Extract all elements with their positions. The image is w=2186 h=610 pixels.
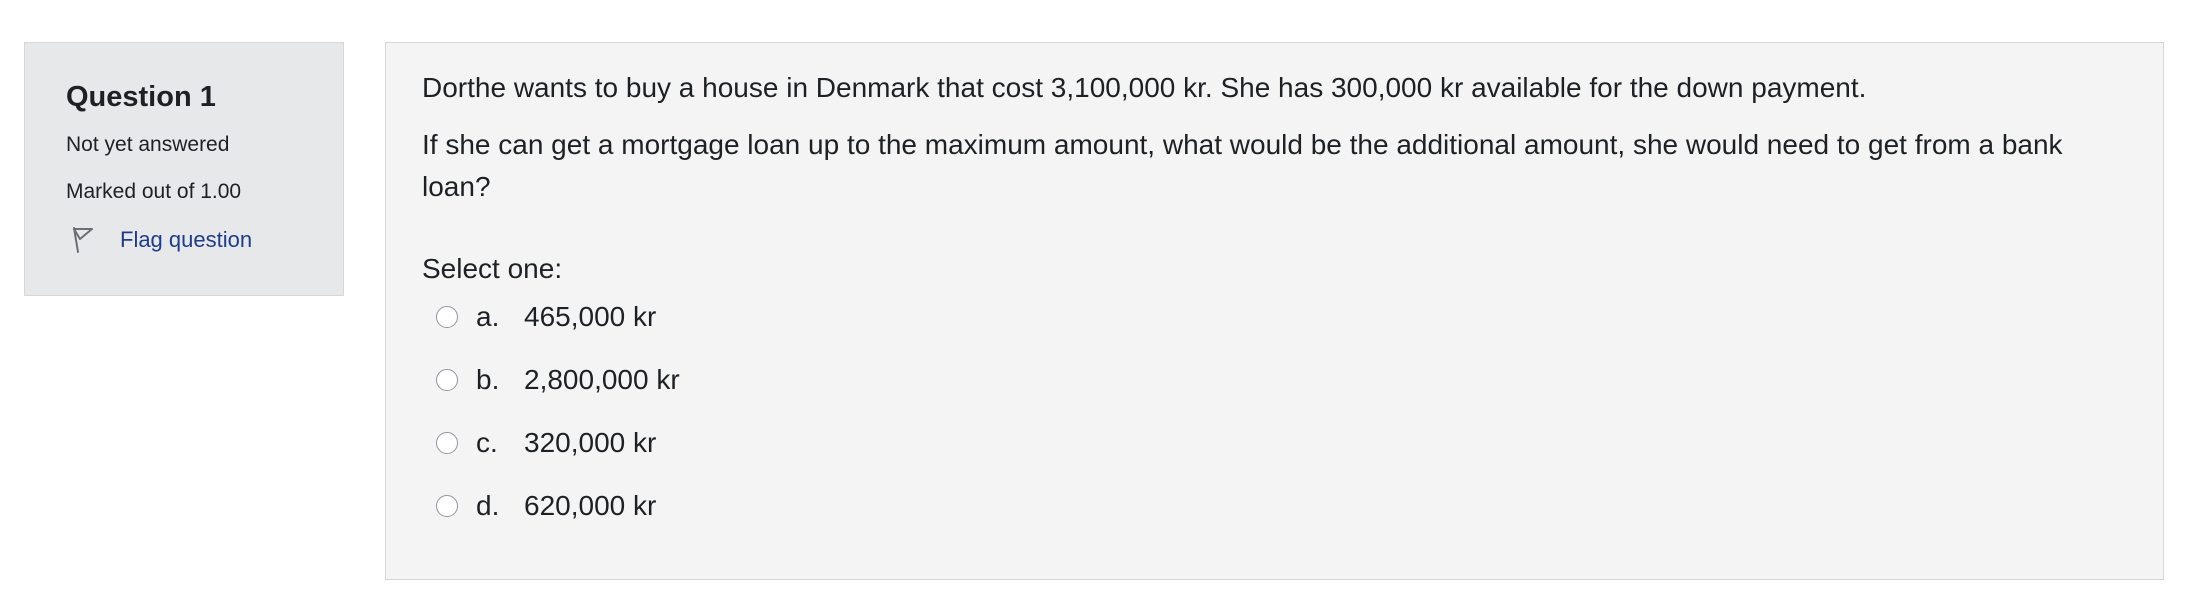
- answer-option-c[interactable]: c. 320,000 kr: [422, 423, 2127, 463]
- question-content: Dorthe wants to buy a house in Denmark t…: [385, 42, 2164, 580]
- option-letter: d.: [476, 490, 500, 521]
- option-letter: b.: [476, 364, 500, 395]
- option-text[interactable]: 2,800,000 kr: [524, 364, 680, 396]
- flag-question-label[interactable]: Flag question: [120, 227, 252, 253]
- question-text-paragraph: If she can get a mortgage loan up to the…: [422, 129, 2063, 202]
- quiz-page: Question 1 Not yet answered Marked out o…: [0, 0, 2186, 610]
- answer-option-b[interactable]: b. 2,800,000 kr: [422, 360, 2127, 400]
- radio-button[interactable]: [436, 495, 458, 517]
- radio-button[interactable]: [436, 369, 458, 391]
- radio-button[interactable]: [436, 432, 458, 454]
- question-text-paragraph: Dorthe wants to buy a house in Denmark t…: [422, 72, 1867, 103]
- option-text[interactable]: 465,000 kr: [524, 301, 656, 333]
- question-info-panel: Question 1 Not yet answered Marked out o…: [24, 42, 344, 296]
- option-text[interactable]: 620,000 kr: [524, 490, 656, 522]
- radio-button[interactable]: [436, 306, 458, 328]
- flag-icon: [68, 224, 96, 256]
- question-number: Question 1: [66, 81, 216, 113]
- answer-option-d[interactable]: d. 620,000 kr: [422, 486, 2127, 526]
- marks-info: Marked out of 1.00: [66, 180, 242, 203]
- flag-question-button[interactable]: Flag question: [66, 224, 343, 256]
- answer-status: Not yet answered: [66, 133, 230, 156]
- option-letter: c.: [476, 427, 498, 458]
- answer-option-a[interactable]: a. 465,000 kr: [422, 297, 2127, 337]
- select-one-prompt: Select one:: [422, 253, 563, 284]
- answer-options: a. 465,000 kr b. 2,800,000 kr c. 320,000…: [422, 297, 2127, 526]
- option-text[interactable]: 320,000 kr: [524, 427, 656, 459]
- option-letter: a.: [476, 301, 500, 332]
